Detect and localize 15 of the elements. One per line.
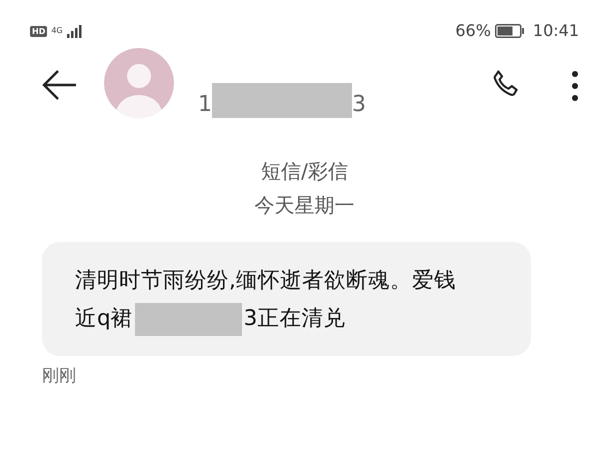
message-time: 刚刚: [42, 366, 76, 386]
message-text: 近q裙: [75, 305, 133, 333]
thread-info-text: 短信/彩信: [261, 159, 348, 183]
network-type: 4G: [51, 27, 63, 35]
hd-indicator: HD: [30, 26, 48, 36]
more-menu-button[interactable]: [571, 70, 579, 102]
thread-info-text: 今天星期一: [254, 193, 354, 217]
battery-percent: 66%: [455, 20, 491, 42]
message-text: 清明时节雨纷纷,缅怀逝者欲断魂。爱钱: [75, 268, 456, 293]
avatar-icon: [104, 48, 174, 118]
phone-number-digit: 1: [198, 91, 212, 119]
phone-number-digit: 3: [352, 91, 366, 119]
message-text: 3正在清兑: [244, 305, 346, 333]
clock: 10:41: [532, 20, 579, 42]
battery-icon: [494, 24, 525, 38]
